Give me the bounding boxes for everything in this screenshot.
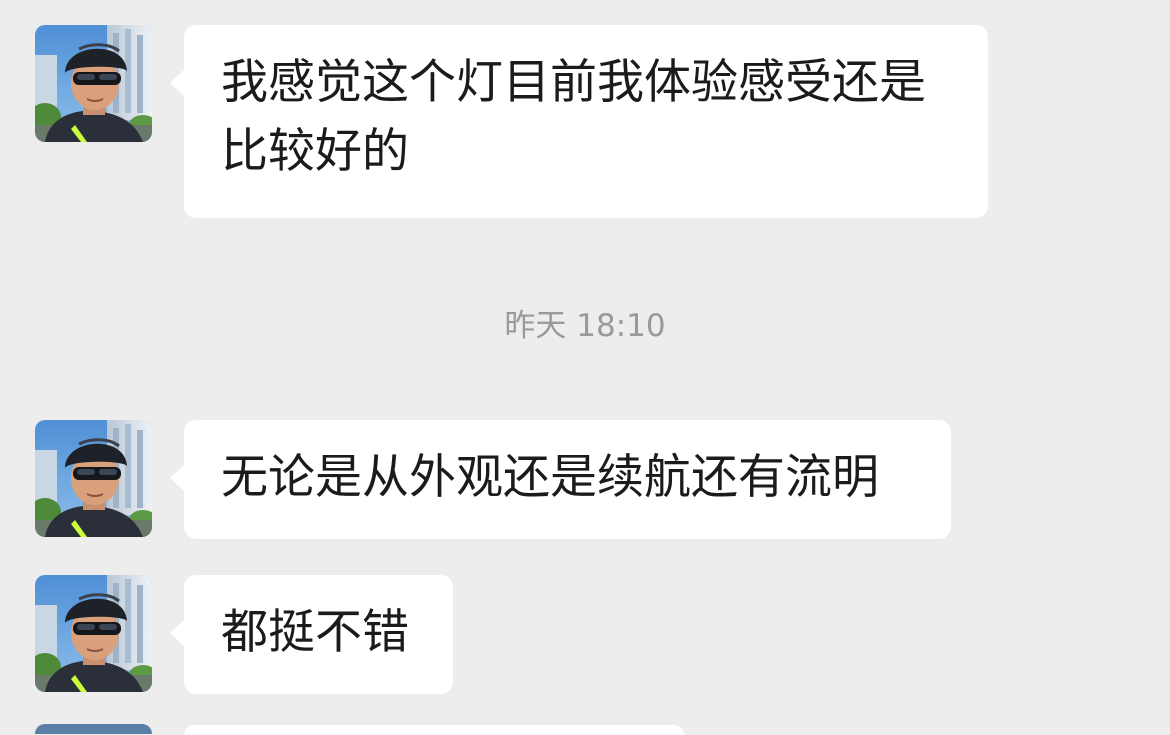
message-text-line: 都挺不错 [221,605,409,660]
avatar-image-icon [35,25,152,142]
message-bubble[interactable]: 都挺不错 [170,575,453,694]
contact-avatar[interactable] [35,575,152,692]
message-text-line: 比较好的 [221,124,409,179]
avatar-image-icon [35,420,152,537]
contact-avatar[interactable] [35,25,152,142]
message-text-line: 无论是从外观还是续航还有流明 [221,450,879,505]
bubble-tail [170,464,185,492]
chat-message-list[interactable]: 我感觉这个灯目前我体验感受还是 比较好的 昨天 18:10 无论是从外观还是续航… [0,0,1170,735]
message-bubble-partial[interactable] [184,725,684,735]
timestamp-divider: 昨天 18:10 [504,308,666,344]
contact-avatar[interactable] [35,420,152,537]
message-bubble[interactable]: 我感觉这个灯目前我体验感受还是 比较好的 [170,25,988,218]
avatar-image-icon [35,575,152,692]
bubble-tail [170,619,185,647]
bubble-tail [170,69,185,97]
message-bubble[interactable]: 无论是从外观还是续航还有流明 [170,420,951,539]
contact-avatar-partial[interactable] [35,724,152,734]
message-text-line: 我感觉这个灯目前我体验感受还是 [221,55,926,110]
